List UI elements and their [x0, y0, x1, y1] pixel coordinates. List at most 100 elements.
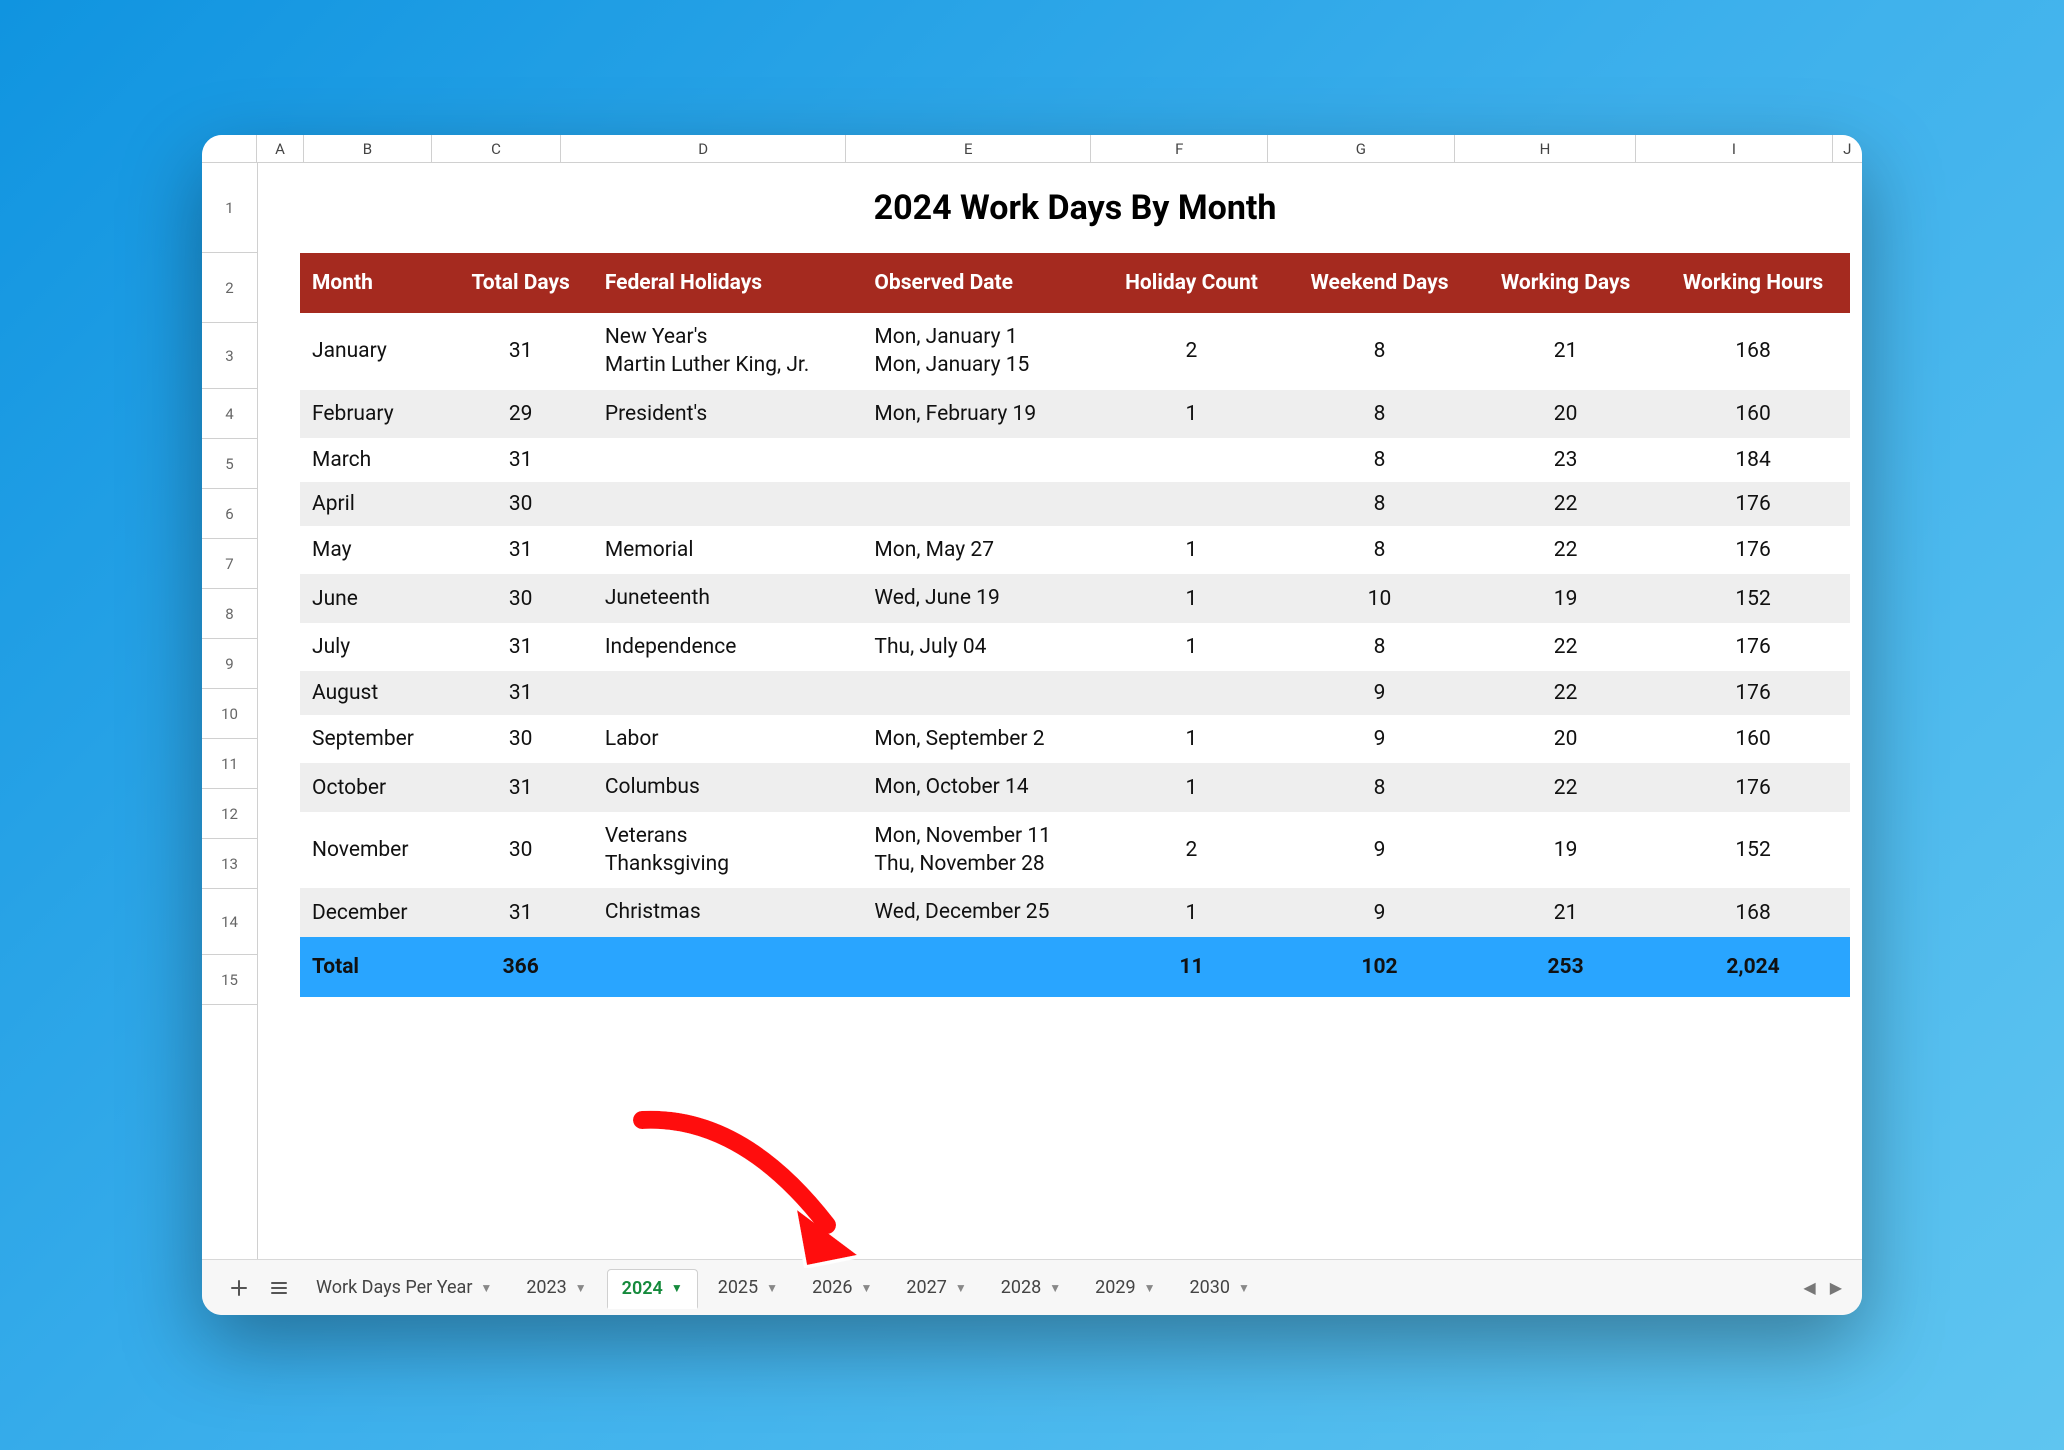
cell-working-hours[interactable]: 176 — [1656, 623, 1850, 671]
cell-observed-date[interactable]: Mon, October 14 — [862, 763, 1099, 811]
cell-federal-holidays[interactable]: Juneteenth — [593, 574, 863, 622]
cell-working-hours[interactable]: 176 — [1656, 526, 1850, 574]
cell-holiday-count[interactable] — [1099, 671, 1284, 715]
col-header-F[interactable]: F — [1091, 135, 1268, 162]
cell-observed-date[interactable]: Mon, September 2 — [862, 715, 1099, 763]
row-header-5[interactable]: 5 — [202, 439, 257, 489]
cell-holiday-count[interactable]: 2 — [1099, 812, 1284, 889]
row-header-3[interactable]: 3 — [202, 323, 257, 389]
row-header-8[interactable]: 8 — [202, 589, 257, 639]
cell-month[interactable]: November — [300, 812, 449, 889]
cell-holiday-count[interactable] — [1099, 438, 1284, 482]
cell-total-days[interactable]: 29 — [449, 390, 593, 438]
col-header-J[interactable]: J — [1833, 135, 1862, 162]
row-header-1[interactable]: 1 — [202, 163, 257, 253]
row-header-11[interactable]: 11 — [202, 739, 257, 789]
cell-working-days[interactable]: 20 — [1475, 715, 1656, 763]
cell-month[interactable]: September — [300, 715, 449, 763]
cell-observed-date[interactable]: Mon, January 1 Mon, January 15 — [862, 313, 1099, 390]
cell-federal-holidays[interactable]: President's — [593, 390, 863, 438]
cell-working-hours[interactable]: 168 — [1656, 313, 1850, 390]
col-header-B[interactable]: B — [304, 135, 432, 162]
cell-working-hours[interactable]: 184 — [1656, 438, 1850, 482]
tab-2025[interactable]: 2025▼ — [704, 1268, 792, 1308]
cell-working-hours[interactable]: 168 — [1656, 888, 1850, 936]
cell-working-days[interactable]: 19 — [1475, 574, 1656, 622]
cell-total-days[interactable]: 31 — [449, 888, 593, 936]
row-header-9[interactable]: 9 — [202, 639, 257, 689]
cell-total-days[interactable]: 31 — [449, 623, 593, 671]
cell-working-days[interactable]: 21 — [1475, 888, 1656, 936]
cell-holiday-count[interactable]: 1 — [1099, 526, 1284, 574]
col-header-C[interactable]: C — [432, 135, 562, 162]
cell-working-days[interactable]: 22 — [1475, 482, 1656, 526]
cell-observed-date[interactable] — [862, 482, 1099, 526]
tab-2024[interactable]: 2024▼ — [607, 1269, 698, 1309]
cell-working-hours[interactable]: 152 — [1656, 574, 1850, 622]
cell-federal-holidays[interactable]: Independence — [593, 623, 863, 671]
cell-month[interactable]: January — [300, 313, 449, 390]
cell-total-days[interactable]: 30 — [449, 574, 593, 622]
cell-month[interactable]: July — [300, 623, 449, 671]
cell-working-days[interactable]: 22 — [1475, 526, 1656, 574]
col-header-A[interactable]: A — [257, 135, 304, 162]
tab-2028[interactable]: 2028▼ — [987, 1268, 1075, 1308]
cell-month[interactable]: May — [300, 526, 449, 574]
cell-weekend-days[interactable]: 8 — [1284, 623, 1475, 671]
tab-scroll-right[interactable]: ▶ — [1830, 1278, 1842, 1297]
cell-holiday-count[interactable]: 2 — [1099, 313, 1284, 390]
tab-2023[interactable]: 2023▼ — [512, 1268, 600, 1308]
cell-observed-date[interactable]: Mon, May 27 — [862, 526, 1099, 574]
tab-2030[interactable]: 2030▼ — [1176, 1268, 1264, 1308]
cell-total-days[interactable]: 31 — [449, 526, 593, 574]
cells-area[interactable]: 2024 Work Days By Month Month Total Days… — [258, 163, 1862, 1259]
cell-observed-date[interactable]: Mon, February 19 — [862, 390, 1099, 438]
tab-scroll-left[interactable]: ◀ — [1803, 1278, 1815, 1297]
cell-working-days[interactable]: 19 — [1475, 812, 1656, 889]
cell-total-days[interactable]: 30 — [449, 812, 593, 889]
cell-total-days[interactable]: 31 — [449, 438, 593, 482]
cell-holiday-count[interactable]: 1 — [1099, 390, 1284, 438]
add-sheet-button[interactable] — [222, 1271, 256, 1305]
cell-holiday-count[interactable]: 1 — [1099, 763, 1284, 811]
cell-month[interactable]: October — [300, 763, 449, 811]
col-header-G[interactable]: G — [1268, 135, 1455, 162]
cell-total-days[interactable]: 31 — [449, 763, 593, 811]
cell-working-hours[interactable]: 176 — [1656, 671, 1850, 715]
cell-federal-holidays[interactable]: Veterans Thanksgiving — [593, 812, 863, 889]
cell-holiday-count[interactable]: 1 — [1099, 715, 1284, 763]
cell-weekend-days[interactable]: 10 — [1284, 574, 1475, 622]
row-header-13[interactable]: 13 — [202, 839, 257, 889]
cell-month[interactable]: August — [300, 671, 449, 715]
cell-month[interactable]: June — [300, 574, 449, 622]
cell-total-days[interactable]: 31 — [449, 671, 593, 715]
cell-federal-holidays[interactable] — [593, 438, 863, 482]
cell-month[interactable]: March — [300, 438, 449, 482]
cell-federal-holidays[interactable]: Columbus — [593, 763, 863, 811]
cell-weekend-days[interactable]: 8 — [1284, 390, 1475, 438]
row-header-2[interactable]: 2 — [202, 253, 257, 323]
cell-month[interactable]: December — [300, 888, 449, 936]
cell-weekend-days[interactable]: 9 — [1284, 888, 1475, 936]
row-header-15[interactable]: 15 — [202, 955, 257, 1005]
cell-month[interactable]: April — [300, 482, 449, 526]
cell-working-hours[interactable]: 176 — [1656, 763, 1850, 811]
cell-working-days[interactable]: 20 — [1475, 390, 1656, 438]
cell-working-days[interactable]: 21 — [1475, 313, 1656, 390]
cell-federal-holidays[interactable]: Memorial — [593, 526, 863, 574]
cell-holiday-count[interactable]: 1 — [1099, 623, 1284, 671]
cell-observed-date[interactable]: Wed, December 25 — [862, 888, 1099, 936]
cell-observed-date[interactable]: Wed, June 19 — [862, 574, 1099, 622]
select-all-corner[interactable] — [202, 135, 257, 162]
cell-weekend-days[interactable]: 8 — [1284, 482, 1475, 526]
cell-observed-date[interactable]: Thu, July 04 — [862, 623, 1099, 671]
cell-working-days[interactable]: 22 — [1475, 763, 1656, 811]
cell-weekend-days[interactable]: 8 — [1284, 313, 1475, 390]
tab-2029[interactable]: 2029▼ — [1081, 1268, 1169, 1308]
cell-weekend-days[interactable]: 9 — [1284, 812, 1475, 889]
cell-working-hours[interactable]: 160 — [1656, 715, 1850, 763]
cell-month[interactable]: February — [300, 390, 449, 438]
tab-2026[interactable]: 2026▼ — [798, 1268, 886, 1308]
row-header-7[interactable]: 7 — [202, 539, 257, 589]
tab-work-days-per-year[interactable]: Work Days Per Year ▼ — [302, 1269, 506, 1306]
